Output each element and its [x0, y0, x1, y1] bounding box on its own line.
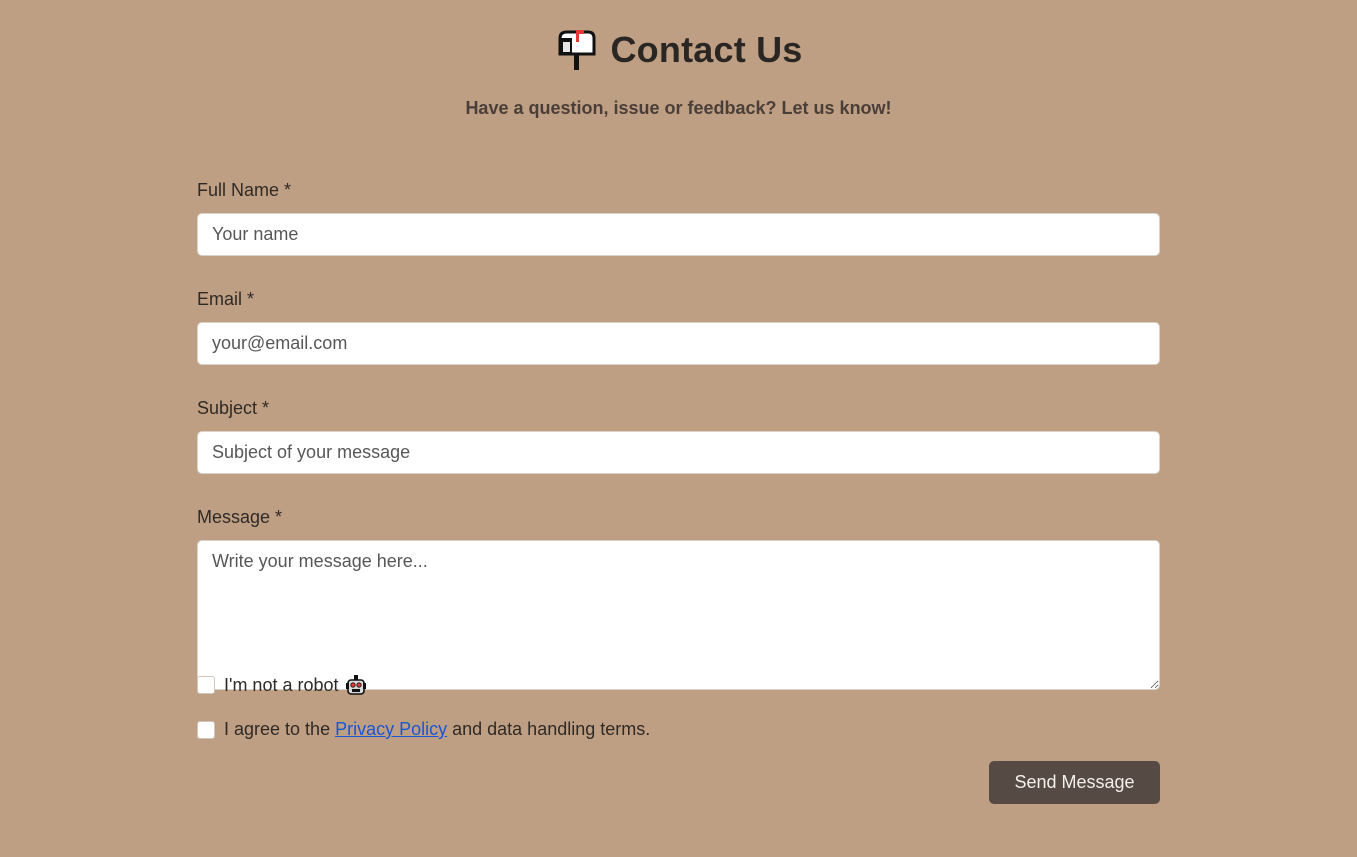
message-label: Message * [197, 507, 283, 527]
agree-check-row: I agree to the Privacy Policy and data h… [197, 719, 650, 740]
name-label: Full Name * [197, 180, 292, 200]
agree-suffix[interactable]: and data handling terms. [452, 719, 650, 740]
robot-checkbox[interactable] [197, 676, 215, 694]
robot-icon [345, 675, 366, 695]
send-message-button[interactable]: Send Message [989, 761, 1160, 804]
title-row: Contact Us [554, 24, 802, 76]
contact-form: Full Name * Email * Subject * Message * [197, 178, 1160, 690]
page-subtitle: Have a question, issue or feedback? Let … [465, 98, 892, 118]
email-field-group: Email * [197, 287, 1160, 365]
name-input[interactable] [197, 213, 1160, 256]
message-field-group: Message * [197, 505, 1160, 690]
message-textarea[interactable] [197, 540, 1160, 690]
robot-label[interactable]: I'm not a robot [224, 675, 339, 696]
agree-checkbox[interactable] [197, 720, 215, 739]
subject-label: Subject * [197, 398, 270, 418]
page-header: Contact Us [0, 24, 1357, 77]
name-field-group: Full Name * [197, 178, 1160, 256]
subject-field-group: Subject * [197, 396, 1160, 474]
mailbox-icon [558, 30, 596, 70]
page-title: Contact Us [610, 29, 803, 70]
robot-check-row: I'm not a robot [197, 674, 367, 696]
subject-input[interactable] [197, 431, 1160, 474]
email-label: Email * [197, 289, 255, 309]
email-input[interactable] [197, 322, 1160, 365]
agree-prefix[interactable]: I agree to the [224, 719, 330, 740]
privacy-policy-link[interactable]: Privacy Policy [335, 719, 447, 740]
